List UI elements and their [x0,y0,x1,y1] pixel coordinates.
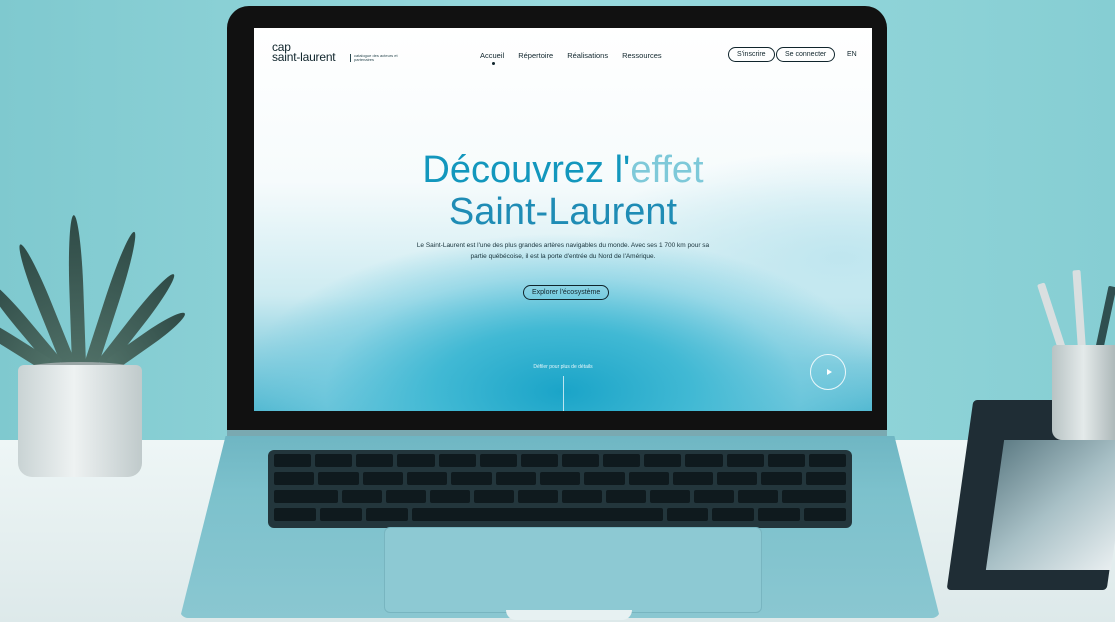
hero-title-line1b: effet [630,149,704,191]
play-button[interactable] [810,354,846,390]
main-nav: Accueil Répertoire Réalisations Ressourc… [480,51,662,65]
explore-button[interactable]: Explorer l'écosystème [523,285,610,300]
login-button[interactable]: Se connecter [776,47,836,62]
hero-description: Le Saint-Laurent est l'une des plus gran… [416,242,710,260]
site-logo[interactable]: cap saint-laurent catalogue des acteurs … [272,41,398,64]
language-toggle[interactable]: EN [847,51,857,58]
hero-title-line2: Saint-Laurent [448,191,678,233]
hero-title-line1a: Découvrez l' [422,149,631,191]
trackpad [384,527,762,613]
nav-repertoire[interactable]: Répertoire [518,51,553,60]
signup-button[interactable]: S'inscrire [728,47,775,62]
nav-accueil[interactable]: Accueil [480,51,504,65]
play-icon [826,369,832,375]
hero-title: Découvrez l'effet Saint-Laurent [254,149,872,233]
scroll-line [563,376,564,411]
scroll-hint: Défiler pour plus de détails [533,364,593,370]
logo-tagline: catalogue des acteurs et partenaires [350,54,404,62]
nav-realisations[interactable]: Réalisations [567,51,608,60]
nav-ressources[interactable]: Ressources [622,51,662,60]
logo-line2: saint-laurent [272,50,336,64]
laptop-screen: cap saint-laurent catalogue des acteurs … [254,28,872,411]
site-header: cap saint-laurent catalogue des acteurs … [254,28,872,78]
laptop-notch [506,610,632,620]
keyboard [268,450,852,528]
